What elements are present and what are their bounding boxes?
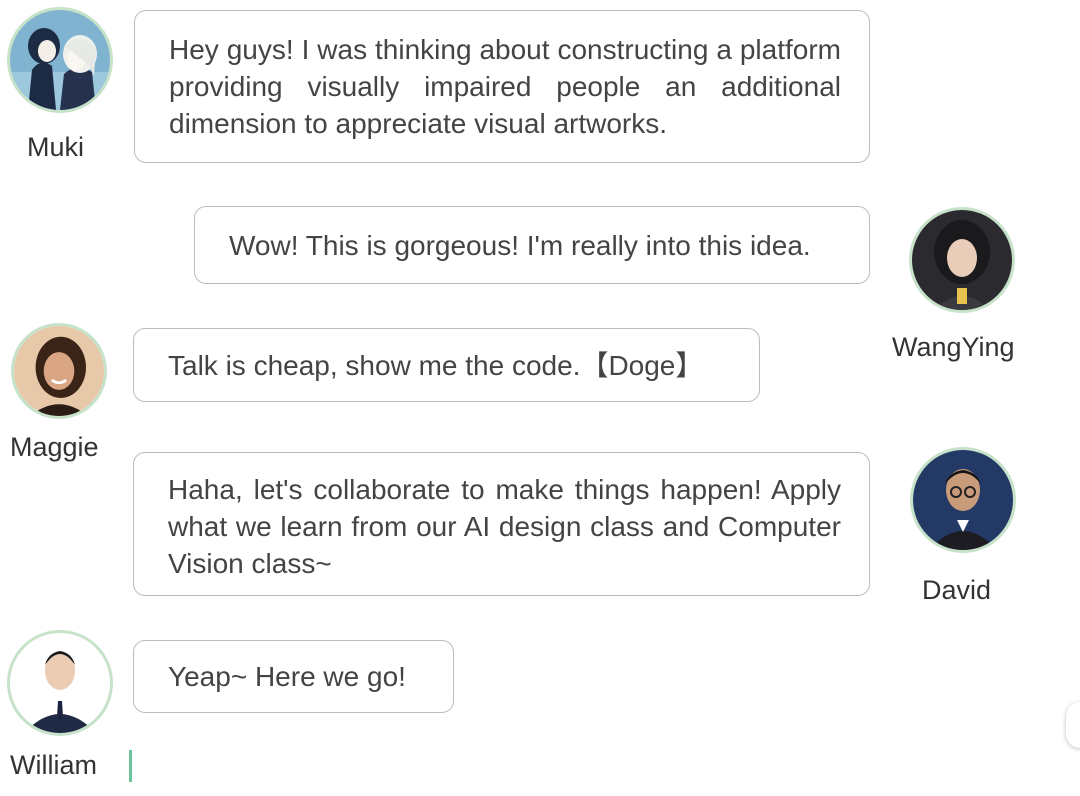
sender-name-david: David	[922, 575, 992, 605]
sender-name-maggie: Maggie	[10, 432, 99, 462]
message-bubble-william[interactable]: Yeap~ Here we go!	[133, 640, 454, 713]
scroll-handle[interactable]	[1066, 702, 1080, 748]
woman-portrait-avatar-icon	[14, 326, 104, 416]
message-bubble-david[interactable]: Haha, let's collaborate to make things h…	[133, 452, 870, 596]
avatar-maggie[interactable]	[11, 323, 107, 419]
sender-name-wangying: WangYing	[892, 332, 1015, 362]
avatar-wangying[interactable]	[909, 207, 1015, 313]
sender-name-william: William	[10, 750, 97, 780]
message-bubble-maggie[interactable]: Talk is cheap, show me the code.【Doge】	[133, 328, 760, 402]
anime-couple-avatar-icon	[10, 10, 110, 110]
avatar-muki[interactable]	[7, 7, 113, 113]
man-suit-avatar-icon	[10, 633, 110, 733]
woman-portrait-avatar-icon	[912, 210, 1012, 310]
message-bubble-muki[interactable]: Hey guys! I was thinking about construct…	[134, 10, 870, 163]
sender-name-muki: Muki	[27, 132, 85, 162]
message-bubble-wangying[interactable]: Wow! This is gorgeous! I'm really into t…	[194, 206, 870, 284]
man-glasses-avatar-icon	[913, 450, 1013, 550]
text-cursor	[129, 750, 132, 782]
chat-screen: Muki Hey guys! I was thinking about cons…	[0, 0, 1080, 796]
avatar-william[interactable]	[7, 630, 113, 736]
avatar-david[interactable]	[910, 447, 1016, 553]
